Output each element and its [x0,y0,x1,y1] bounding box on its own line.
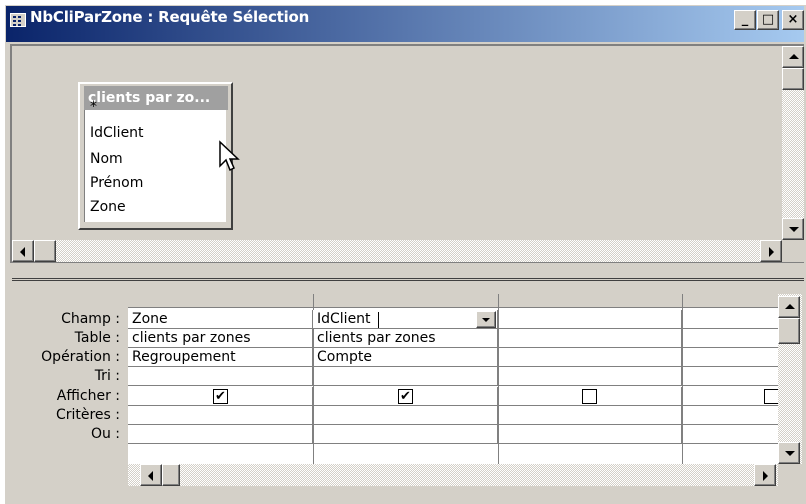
cell-tri-4[interactable] [682,367,778,386]
cell-criteres-4[interactable] [682,406,778,425]
grid-scroll-left-button[interactable] [140,464,162,486]
cell-afficher-3 [498,387,682,406]
pane-splitter[interactable] [10,262,804,286]
window-title: NbCliParZone : Requête Sélection [30,8,310,26]
scroll-right-button[interactable] [760,240,782,262]
show-checkbox-1[interactable]: ✔ [213,389,228,404]
row-label-ou: Ou : [90,426,120,442]
grid-horizontal-scrollbar[interactable] [128,464,778,486]
cell-criteres-1[interactable] [128,406,313,425]
row-label-table: Table : [74,330,120,346]
field-item-nom[interactable]: Nom [90,148,123,170]
row-label-champ: Champ : [61,311,120,327]
cell-table-2[interactable]: clients par zones [313,329,498,348]
grid-scroll-right-button[interactable] [754,464,776,486]
splitter-bar[interactable] [12,278,804,281]
show-checkbox-2[interactable]: ✔ [398,389,413,404]
query-icon[interactable] [10,13,26,27]
grid-horizontal-scroll-thumb[interactable] [162,464,180,486]
cell-afficher-1: ✔ [128,387,313,406]
field-item-idclient[interactable]: IdClient [90,122,144,144]
scroll-down-button[interactable] [782,218,804,240]
grid-scroll-down-button[interactable] [778,442,800,464]
scroll-left-button[interactable] [12,240,34,262]
cell-tri-3[interactable] [498,367,682,386]
cell-criteres-2[interactable] [313,406,498,425]
table-pane-horizontal-scrollbar[interactable] [12,240,782,262]
field-item-prenom[interactable]: Prénom [90,172,143,194]
text-caret [378,312,379,328]
mouse-cursor-icon [219,140,240,172]
close-button[interactable]: × [782,10,804,30]
cell-table-3[interactable] [498,329,682,348]
row-label-operation: Opération : [41,349,120,365]
scrollbar-corner [782,240,804,262]
scroll-thumb[interactable] [782,68,804,90]
maximize-button[interactable]: □ [757,10,779,30]
grid-scroll-up-button[interactable] [778,296,800,318]
row-label-tri: Tri : [94,368,120,384]
horizontal-scroll-thumb[interactable] [34,240,56,262]
cell-operation-4[interactable] [682,348,778,367]
cell-champ-2[interactable]: IdClient [313,310,498,329]
cell-operation-2[interactable]: Compte [313,348,498,367]
cell-tri-2[interactable] [313,367,498,386]
cell-criteres-3[interactable] [498,406,682,425]
scroll-up-button[interactable] [782,46,804,68]
cell-ou-4[interactable] [682,425,778,444]
cell-operation-1[interactable]: Regroupement [128,348,313,367]
field-item-all[interactable]: * [90,96,97,118]
row-label-criteres: Critères : [55,407,120,423]
show-checkbox-3[interactable] [582,389,597,404]
cell-table-4[interactable] [682,329,778,348]
cell-operation-3[interactable] [498,348,682,367]
cell-afficher-4 [682,387,778,406]
row-label-afficher: Afficher : [56,388,120,404]
cell-afficher-2: ✔ [313,387,498,406]
cell-champ-4[interactable] [682,310,778,329]
cell-ou-1[interactable] [128,425,313,444]
cell-ou-3[interactable] [498,425,682,444]
field-item-zone[interactable]: Zone [90,196,126,218]
cell-tri-1[interactable] [128,367,313,386]
field-list-title[interactable]: clients par zo... [84,86,228,110]
cell-champ-1[interactable]: Zone [128,310,313,329]
minimize-button[interactable]: _ [734,10,756,30]
show-checkbox-4[interactable] [764,389,778,404]
cell-ou-2[interactable] [313,425,498,444]
column-selector-row[interactable] [128,294,778,308]
cell-champ-3[interactable] [498,310,682,329]
grid-scroll-thumb[interactable] [778,318,800,344]
cell-table-1[interactable]: clients par zones [128,329,313,348]
field-dropdown-button[interactable] [476,311,496,328]
